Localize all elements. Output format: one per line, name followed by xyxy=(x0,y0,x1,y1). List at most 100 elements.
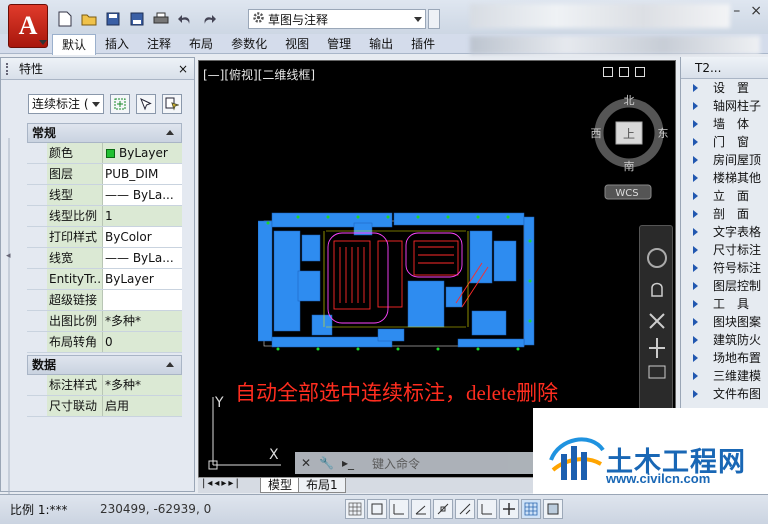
minimize-icon[interactable]: – xyxy=(733,3,740,19)
restore-icon[interactable] xyxy=(619,67,629,77)
menu-item-settings[interactable]: 设 置 xyxy=(681,79,768,97)
property-value[interactable]: *多种* xyxy=(103,311,182,331)
wcs-menu[interactable]: WCS xyxy=(615,188,638,199)
save-icon[interactable] xyxy=(104,10,122,28)
menu-item-site-layout[interactable]: 场地布置 xyxy=(681,349,768,367)
viewcube-south[interactable]: 南 xyxy=(624,160,635,173)
command-line[interactable]: ✕ 🔧 ▸_ 键入命令 xyxy=(295,452,535,474)
dynamic-input-icon[interactable] xyxy=(499,499,519,519)
property-row[interactable]: 线型 —— ByLa... xyxy=(27,185,182,206)
wrench-icon[interactable]: 🔧 xyxy=(319,456,334,470)
menu-item-elevation[interactable]: 立 面 xyxy=(681,187,768,205)
section-header-data[interactable]: 数据 xyxy=(27,355,182,375)
property-value[interactable]: 启用 xyxy=(103,396,182,416)
tab-layout[interactable]: 布局 xyxy=(180,34,222,54)
close-icon[interactable]: ✕ xyxy=(301,456,311,470)
menu-item-doors-windows[interactable]: 门 窗 xyxy=(681,133,768,151)
menu-item-walls[interactable]: 墙 体 xyxy=(681,115,768,133)
workspace-selector[interactable]: 草图与注释 xyxy=(248,9,426,29)
object-snap-icon[interactable] xyxy=(433,499,453,519)
palette-side-strip[interactable]: ◂ xyxy=(3,138,15,524)
tab-parametric[interactable]: 参数化 xyxy=(222,34,276,54)
property-value[interactable]: —— ByLa... xyxy=(103,248,182,268)
tab-nav-arrows[interactable]: |◂◂▸▸| xyxy=(202,478,241,489)
tab-layout1[interactable]: 布局1 xyxy=(298,478,346,493)
quick-select-button[interactable] xyxy=(162,94,182,114)
property-value[interactable]: ByLayer xyxy=(103,143,182,163)
palette-title-bar[interactable]: 特性 × xyxy=(1,58,194,80)
floor-plan-drawing[interactable] xyxy=(258,211,538,355)
menu-item-fire-protection[interactable]: 建筑防火 xyxy=(681,331,768,349)
menu-item-section[interactable]: 剖 面 xyxy=(681,205,768,223)
property-row[interactable]: 图层 PUB_DIM xyxy=(27,164,182,185)
quick-properties-icon[interactable] xyxy=(543,499,563,519)
viewcube-west[interactable]: 西 xyxy=(591,127,602,140)
menu-item-tools[interactable]: 工 具 xyxy=(681,295,768,313)
snap-mode-icon[interactable] xyxy=(367,499,387,519)
section-header-general[interactable]: 常规 xyxy=(27,123,182,143)
close-icon[interactable] xyxy=(635,67,645,77)
menu-item-dimensions[interactable]: 尺寸标注 xyxy=(681,241,768,259)
property-value[interactable]: —— ByLa... xyxy=(103,185,182,205)
property-row[interactable]: 尺寸联动 启用 xyxy=(27,396,182,417)
property-row[interactable]: 线型比例 1 xyxy=(27,206,182,227)
snap-tracking-icon[interactable] xyxy=(455,499,475,519)
property-row[interactable]: 出图比例 *多种* xyxy=(27,311,182,332)
property-row[interactable]: 打印样式 ByColor xyxy=(27,227,182,248)
redo-icon[interactable] xyxy=(200,10,218,28)
save-as-icon[interactable] xyxy=(128,10,146,28)
open-icon[interactable] xyxy=(80,10,98,28)
dynamic-ucs-icon[interactable] xyxy=(477,499,497,519)
property-value[interactable]: 0 xyxy=(103,332,182,352)
property-value[interactable]: ByLayer xyxy=(103,269,182,289)
menu-item-layer-control[interactable]: 图层控制 xyxy=(681,277,768,295)
property-value[interactable]: PUB_DIM xyxy=(103,164,182,184)
command-input[interactable]: 键入命令 xyxy=(372,455,420,472)
tab-insert[interactable]: 插入 xyxy=(96,34,138,54)
object-type-selector[interactable]: 连续标注 ( xyxy=(28,94,104,114)
menu-item-stairs-other[interactable]: 楼梯其他 xyxy=(681,169,768,187)
property-row[interactable]: 布局转角 0 xyxy=(27,332,182,353)
tab-model[interactable]: 模型 xyxy=(260,478,301,493)
tab-view[interactable]: 视图 xyxy=(276,34,318,54)
undo-icon[interactable] xyxy=(176,10,194,28)
tab-default[interactable]: 默认 xyxy=(52,34,97,55)
menu-item-blocks-patterns[interactable]: 图块图案 xyxy=(681,313,768,331)
minimize-icon[interactable] xyxy=(603,67,613,77)
select-objects-button[interactable] xyxy=(136,94,156,114)
property-value[interactable]: ByColor xyxy=(103,227,182,247)
menu-item-text-tables[interactable]: 文字表格 xyxy=(681,223,768,241)
ortho-icon[interactable] xyxy=(389,499,409,519)
viewcube-top[interactable]: 上 xyxy=(623,127,635,141)
property-value[interactable]: 1 xyxy=(103,206,182,226)
property-row[interactable]: 标注样式 *多种* xyxy=(27,375,182,396)
property-row[interactable]: EntityTr... ByLayer xyxy=(27,269,182,290)
toggle-pickadd-button[interactable] xyxy=(110,94,130,114)
menu-item-3d-modeling[interactable]: 三维建模 xyxy=(681,367,768,385)
property-row[interactable]: 线宽 —— ByLa... xyxy=(27,248,182,269)
new-icon[interactable] xyxy=(56,10,74,28)
viewport-controls-label[interactable]: [—][俯视][二维线框] xyxy=(203,66,315,83)
property-value[interactable]: *多种* xyxy=(103,375,182,395)
print-icon[interactable] xyxy=(152,10,170,28)
polar-tracking-icon[interactable] xyxy=(411,499,431,519)
snap-grid-icon[interactable] xyxy=(345,499,365,519)
viewcube-east[interactable]: 东 xyxy=(658,127,669,140)
customize-toolbar-button[interactable] xyxy=(428,9,440,29)
close-icon[interactable]: × xyxy=(178,58,188,80)
tab-output[interactable]: 输出 xyxy=(360,34,402,54)
lineweight-icon[interactable] xyxy=(521,499,541,519)
property-row[interactable]: 超级链接 xyxy=(27,290,182,311)
property-value[interactable] xyxy=(103,290,182,310)
menu-item-file-layout[interactable]: 文件布图 xyxy=(681,385,768,403)
close-icon[interactable]: × xyxy=(750,3,762,19)
annotation-scale[interactable]: 比例 1:*** xyxy=(10,501,68,518)
menu-item-axis-grid[interactable]: 轴网柱子 xyxy=(681,97,768,115)
grip-handle[interactable] xyxy=(6,63,10,75)
menu-item-rooms-roofs[interactable]: 房间屋顶 xyxy=(681,151,768,169)
menu-item-symbols[interactable]: 符号标注 xyxy=(681,259,768,277)
viewcube[interactable]: 上 北 南 东 西 WCS xyxy=(591,89,671,209)
tab-manage[interactable]: 管理 xyxy=(318,34,360,54)
tab-plugins[interactable]: 插件 xyxy=(402,34,444,54)
property-row[interactable]: 颜色 ByLayer xyxy=(27,143,182,164)
